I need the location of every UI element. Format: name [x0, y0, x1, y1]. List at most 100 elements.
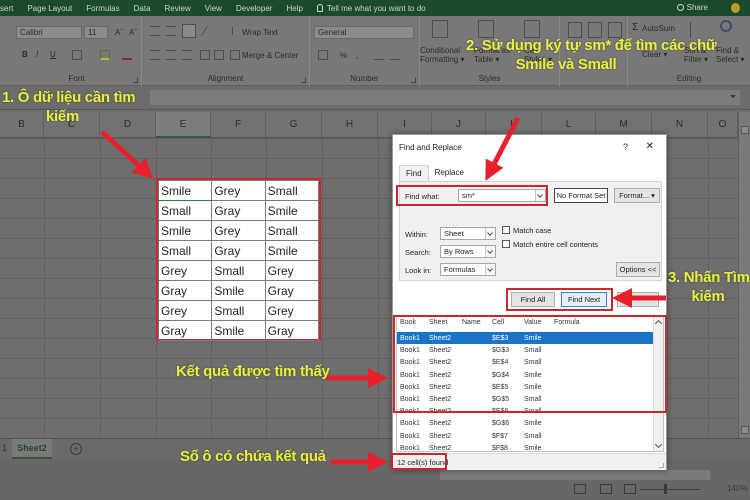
cell-g9[interactable]: Grey [264, 300, 320, 321]
cell-e5[interactable]: Smile [157, 220, 213, 241]
autosum-button[interactable]: AutoSum [642, 24, 675, 33]
conditional-formatting-button[interactable]: Conditional Formatting ▾ [420, 46, 464, 64]
font-dialog-launcher-icon[interactable] [133, 78, 138, 83]
no-format-set-button[interactable]: No Format Set [554, 188, 608, 203]
share-button[interactable]: Share [676, 3, 708, 12]
cell-f5[interactable]: Grey [211, 220, 266, 241]
number-format-select[interactable]: General [314, 26, 414, 39]
bold-button[interactable]: B [22, 50, 28, 59]
accounting-format-icon[interactable] [318, 50, 328, 60]
alignment-dialog-launcher-icon[interactable] [301, 78, 306, 83]
match-entire-checkbox[interactable] [502, 240, 510, 248]
cell-g8[interactable]: Gray [264, 280, 320, 301]
tell-me-box[interactable]: Tell me what you want to do [316, 4, 426, 13]
resize-grip-icon[interactable] [659, 463, 664, 468]
cell-e3[interactable]: Smile [157, 180, 213, 201]
align-bottom-icon[interactable] [182, 24, 196, 38]
font-size-select[interactable]: 11 [84, 26, 108, 39]
align-top-icon[interactable] [150, 26, 160, 36]
column-header-h[interactable]: H [322, 112, 378, 138]
cell-e4[interactable]: Small [157, 200, 213, 221]
increase-indent-icon[interactable] [214, 50, 224, 60]
sheet-tab-sheet2[interactable]: Sheet2 [12, 439, 52, 459]
column-header-e[interactable]: E [156, 112, 211, 138]
orientation-icon[interactable] [201, 26, 217, 36]
cell-f7[interactable]: Small [211, 260, 266, 281]
chevron-down-icon[interactable] [485, 246, 495, 257]
cell-f3[interactable]: Grey [211, 180, 266, 201]
result-row[interactable]: Book1 Sheet2 $F$8 Smile [397, 442, 655, 451]
tab-data[interactable]: Data [134, 4, 151, 13]
font-name-select[interactable]: Calibri [16, 26, 82, 39]
cell-e7[interactable]: Grey [157, 260, 213, 281]
shrink-font-button[interactable]: Aˇ [129, 28, 137, 37]
cell-f10[interactable]: Smile [211, 320, 266, 341]
cell-e10[interactable]: Gray [157, 320, 213, 341]
scroll-down-icon[interactable] [741, 426, 749, 434]
tab-replace[interactable]: Replace [429, 165, 470, 181]
formula-input[interactable] [150, 90, 740, 105]
look-in-select[interactable]: Formulas [440, 263, 496, 276]
sheet-tab-previous[interactable]: 1 [2, 443, 7, 453]
result-row[interactable]: Book1 Sheet2 $G$6 Smile [397, 417, 655, 429]
tab-find[interactable]: Find [399, 165, 429, 181]
match-case-checkbox[interactable] [502, 226, 510, 234]
scroll-up-icon[interactable] [741, 126, 749, 134]
chevron-down-icon[interactable] [654, 440, 663, 449]
cell-f8[interactable]: Smile [211, 280, 266, 301]
cell-g6[interactable]: Smile [264, 240, 320, 261]
underline-button[interactable]: U [50, 50, 56, 59]
cell-e6[interactable]: Small [157, 240, 213, 261]
borders-icon[interactable] [72, 50, 82, 60]
expand-formula-bar-icon[interactable] [730, 95, 736, 98]
close-icon[interactable]: ✕ [646, 141, 654, 152]
align-middle-icon[interactable] [166, 26, 176, 36]
options-button[interactable]: Options << [616, 262, 660, 277]
help-icon[interactable]: ? [623, 142, 628, 152]
cell-g5[interactable]: Small [264, 220, 320, 241]
tab-page-layout[interactable]: Page Layout [27, 4, 72, 13]
align-left-icon[interactable] [150, 50, 160, 60]
cell-g4[interactable]: Smile [264, 200, 320, 221]
percent-style-button[interactable]: % [340, 51, 347, 60]
italic-button[interactable]: I [36, 50, 38, 59]
cell-g7[interactable]: Grey [264, 260, 320, 281]
feedback-smiley-icon[interactable] [731, 3, 740, 13]
page-break-view-icon[interactable] [624, 484, 636, 494]
tab-developer[interactable]: Developer [236, 4, 272, 13]
find-select-button[interactable]: Find & Select ▾ [716, 46, 744, 64]
cell-f4[interactable]: Gray [211, 200, 266, 221]
within-select[interactable]: Sheet [440, 227, 496, 240]
zoom-slider[interactable] [640, 489, 700, 490]
chevron-down-icon[interactable] [485, 264, 495, 275]
tab-help[interactable]: Help [286, 4, 302, 13]
chevron-down-icon[interactable] [485, 228, 495, 239]
wrap-text-button[interactable]: Wrap Text [242, 28, 278, 37]
cell-f9[interactable]: Small [211, 300, 266, 321]
cell-e8[interactable]: Gray [157, 280, 213, 301]
merge-center-button[interactable]: Merge & Center [242, 51, 298, 60]
cell-g10[interactable]: Gray [264, 320, 320, 341]
tab-review[interactable]: Review [165, 4, 191, 13]
page-layout-view-icon[interactable] [600, 484, 612, 494]
add-sheet-icon[interactable]: + [70, 443, 82, 455]
format-button[interactable]: Format... ▾ [614, 188, 660, 203]
zoom-slider-thumb[interactable] [664, 484, 667, 494]
align-right-icon[interactable] [182, 50, 192, 60]
decrease-indent-icon[interactable] [200, 50, 210, 60]
increase-decimal-icon[interactable] [374, 50, 384, 60]
zoom-level[interactable]: 140% [727, 484, 747, 493]
search-select[interactable]: By Rows [440, 245, 496, 258]
fill-color-icon[interactable] [100, 50, 110, 60]
number-dialog-launcher-icon[interactable] [411, 78, 416, 83]
decrease-decimal-icon[interactable] [390, 50, 400, 60]
horizontal-scrollbar[interactable] [440, 470, 710, 480]
column-header-o[interactable]: O [708, 112, 738, 138]
comma-style-button[interactable]: , [356, 51, 358, 60]
normal-view-icon[interactable] [574, 484, 586, 494]
grow-font-button[interactable]: Aˆ [115, 28, 123, 37]
cell-e9[interactable]: Grey [157, 300, 213, 321]
result-row[interactable]: Book1 Sheet2 $F$7 Small [397, 430, 655, 442]
cell-g3[interactable]: Small [264, 180, 320, 201]
tab-insert[interactable]: sert [0, 4, 13, 13]
